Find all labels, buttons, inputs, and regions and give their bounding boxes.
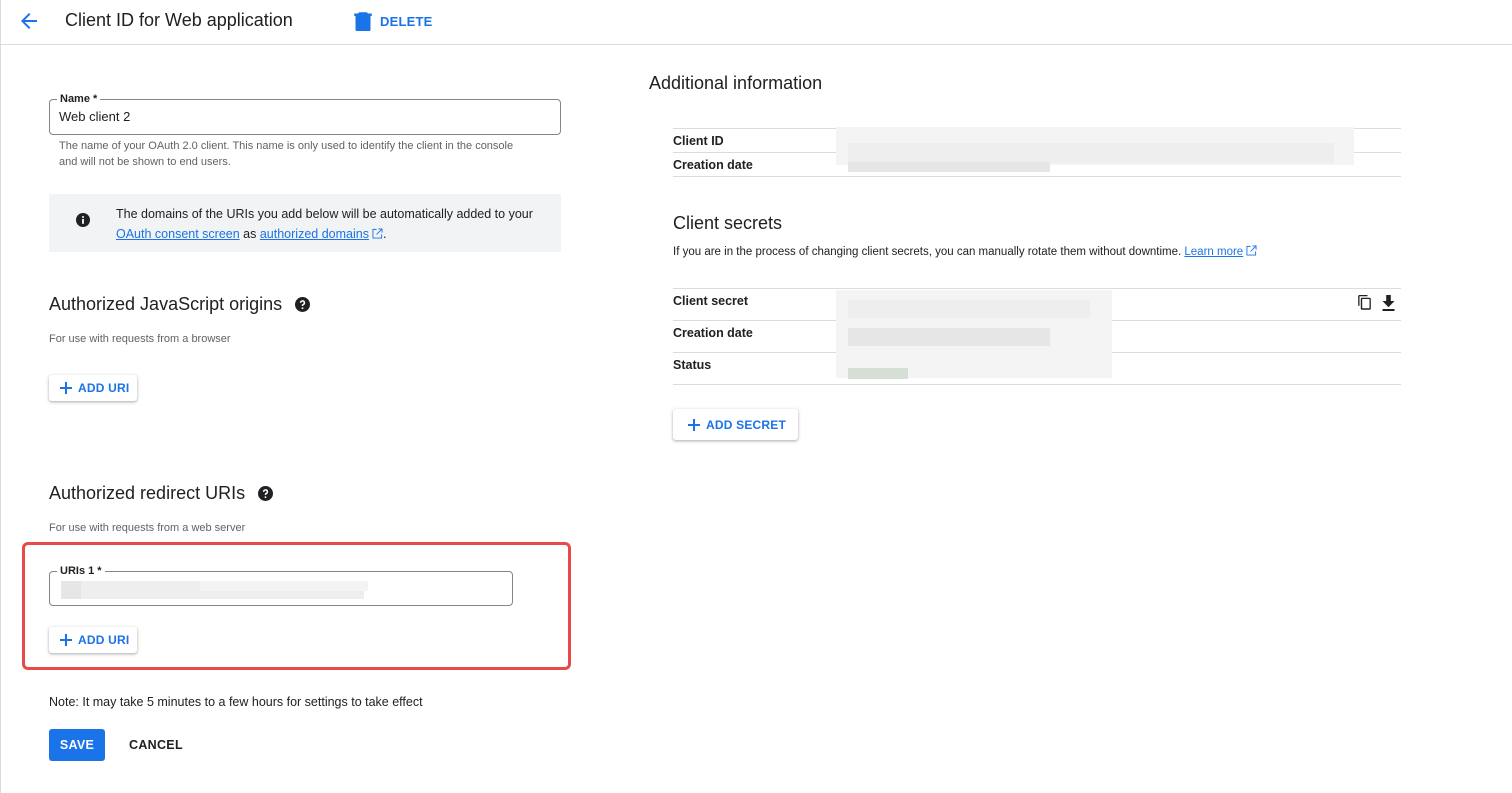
- authorized-domains-link[interactable]: authorized domains: [260, 227, 369, 241]
- status-key: Status: [673, 358, 712, 372]
- redirect-uris-title: Authorized redirect URIs: [49, 481, 274, 505]
- name-field[interactable]: Name * Web client 2: [49, 92, 561, 135]
- secret-actions: [1357, 295, 1396, 311]
- redacted-value: [61, 581, 81, 599]
- settings-note: Note: It may take 5 minutes to a few hou…: [49, 695, 423, 709]
- page-header: Client ID for Web application DELETE: [0, 0, 1512, 45]
- name-field-value: Web client 2: [59, 109, 131, 124]
- add-secret-label: ADD SECRET: [706, 417, 787, 432]
- secret-creation-date-key: Creation date: [673, 326, 753, 340]
- name-field-hint: The name of your OAuth 2.0 client. This …: [59, 140, 514, 168]
- info-icon: [76, 213, 90, 227]
- redacted-status: [848, 368, 908, 379]
- trash-icon: [354, 12, 372, 31]
- info-text-part: as: [239, 227, 260, 241]
- plus-icon: [688, 418, 700, 431]
- divider: [673, 176, 1401, 177]
- back-arrow-icon[interactable]: [17, 9, 43, 33]
- add-js-origin-button[interactable]: ADD URI: [49, 375, 138, 401]
- creation-date-key: Creation date: [673, 158, 753, 172]
- oauth-consent-link[interactable]: OAuth consent screen: [116, 227, 240, 241]
- client-secrets-description: If you are in the process of changing cl…: [673, 245, 1257, 258]
- redacted-creation-date: [848, 162, 1050, 172]
- learn-more-link[interactable]: Learn more: [1184, 246, 1243, 258]
- external-link-icon: [1246, 245, 1257, 256]
- divider: [673, 288, 1401, 289]
- info-text-part: .: [382, 227, 387, 241]
- add-secret-button[interactable]: ADD SECRET: [673, 409, 799, 440]
- js-origins-title-text: Authorized JavaScript origins: [49, 294, 283, 314]
- download-icon[interactable]: [1381, 295, 1396, 311]
- help-icon[interactable]: [258, 485, 274, 501]
- delete-button[interactable]: DELETE: [354, 10, 432, 32]
- add-uri-label: ADD URI: [78, 381, 130, 395]
- info-banner: The domains of the URIs you add below wi…: [49, 194, 561, 252]
- additional-info-title: Additional information: [649, 73, 823, 93]
- redacted-client-secret: [848, 300, 1090, 318]
- add-uri-label: ADD URI: [78, 633, 130, 647]
- redacted-client-id: [848, 143, 1334, 163]
- redirect-uris-title-text: Authorized redirect URIs: [49, 483, 246, 503]
- page-title: Client ID for Web application: [65, 10, 293, 30]
- redirect-uris-caption: For use with requests from a web server: [49, 522, 246, 534]
- external-link-icon: [372, 228, 383, 239]
- help-icon[interactable]: [295, 296, 311, 312]
- save-button[interactable]: SAVE: [49, 729, 105, 761]
- cancel-button[interactable]: CANCEL: [121, 729, 191, 761]
- redacted-secret-date: [848, 328, 1050, 346]
- add-redirect-uri-button[interactable]: ADD URI: [49, 627, 138, 653]
- js-origins-title: Authorized JavaScript origins: [49, 292, 311, 316]
- plus-icon: [60, 634, 72, 646]
- description-text: If you are in the process of changing cl…: [673, 246, 1182, 258]
- js-origins-caption: For use with requests from a browser: [49, 333, 231, 345]
- redirect-uri-1-field[interactable]: URIs 1 *: [49, 564, 513, 606]
- client-secret-key: Client secret: [673, 294, 749, 308]
- info-text: The domains of the URIs you add below wi…: [116, 204, 546, 244]
- client-id-key: Client ID: [673, 134, 724, 148]
- copy-icon[interactable]: [1357, 295, 1372, 311]
- plus-icon: [60, 382, 72, 394]
- client-secrets-title: Client secrets: [673, 213, 783, 233]
- info-text-part: The domains of the URIs you add below wi…: [116, 207, 533, 221]
- delete-label: DELETE: [380, 13, 433, 29]
- divider: [673, 384, 1401, 385]
- name-field-label: Name *: [57, 92, 101, 106]
- redirect-uri-1-label: URIs 1 *: [57, 564, 105, 578]
- redacted-value: [200, 581, 368, 591]
